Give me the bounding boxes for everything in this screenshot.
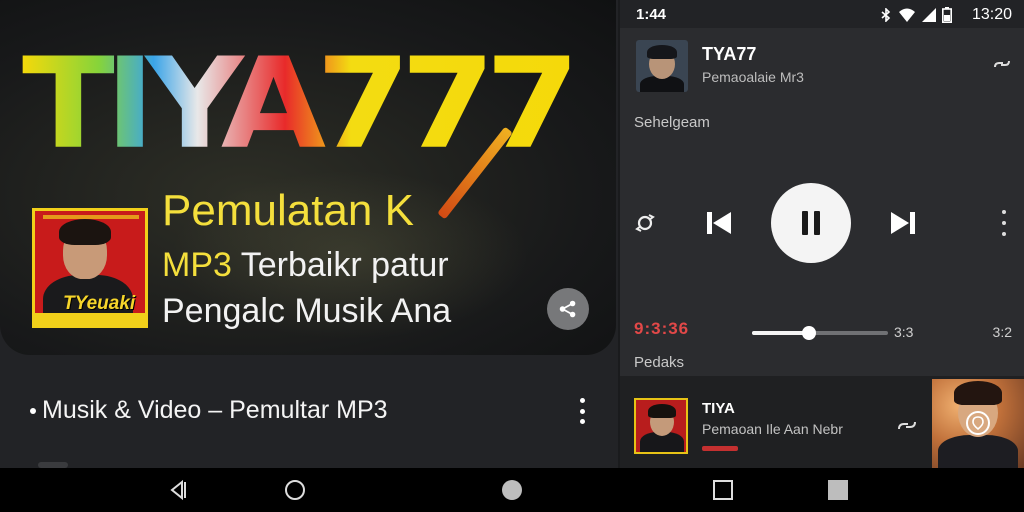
assistant-icon [502,480,522,500]
album-cover-strip [35,313,145,325]
nav-home-button[interactable] [283,478,307,502]
status-bar: 1:44 13:20 [620,0,1024,28]
bluetooth-icon [881,8,891,22]
banner-tagline-2-rest: Terbaikr patur [231,246,449,284]
home-icon [285,480,305,500]
share-icon [559,300,576,318]
album-cover-tag: TYeuaki [63,293,136,314]
square-icon [828,480,848,500]
pause-icon [802,211,820,235]
system-nav-bar [0,468,1024,512]
video-thumbnail[interactable] [932,379,1024,468]
list-item[interactable]: Musik & Video – Pemultar MP3 [30,392,600,432]
queue-item-subtitle: Pemaoan Ile Aan Nebr [702,421,843,437]
location-pin-icon [966,411,990,435]
shuffle-icon [635,214,655,232]
banner-tagline-1: Pemulatan K [162,186,414,235]
queue-thumbnail [634,398,688,454]
skip-next-icon [891,212,915,234]
promo-banner[interactable]: TIYA777 TYeuaki Pemulatan K MP3 Terbaikr… [0,0,616,355]
section-label-2: Pedaks [634,354,685,371]
list-bullet [30,408,36,414]
now-playing-header[interactable]: TYA77 Pemaoalaie Mr3 [636,40,1016,96]
thumb-hair [647,45,677,59]
now-playing-thumbnail [636,40,688,92]
next-button[interactable] [888,208,918,238]
queue-item-badge [702,446,738,451]
status-icons [880,7,952,23]
now-playing-subtitle: Pemaoalaie Mr3 [702,69,804,85]
more-vert-icon[interactable] [574,398,590,424]
total-time: 3:2 [992,324,1012,340]
skip-previous-icon [707,212,731,234]
player-pane: 1:44 13:20 TYA77 Pemaoalaie Mr3 Sehelgea… [620,0,1024,468]
video-hair [954,381,1002,405]
link-icon[interactable] [896,414,918,436]
elapsed-time: 9:3:36 [634,319,690,338]
now-playing-title: TYA77 [702,44,757,64]
nav-back-button[interactable] [166,478,190,502]
recents-icon [713,480,733,500]
nav-assistant-button[interactable] [500,478,524,502]
banner-tagline-3: Pengalc Musik Ana [162,292,452,330]
playback-controls [620,180,1024,266]
nav-recents-button[interactable] [711,478,735,502]
status-time-right: 13:20 [971,6,1012,23]
wifi-icon [899,8,915,22]
play-pause-button[interactable] [771,183,851,263]
queue-item[interactable]: TIYA Pemaoan Ile Aan Nebr [620,376,1024,468]
battery-icon [942,7,952,23]
status-time-left: 1:44 [636,6,667,23]
more-vert-icon[interactable] [996,210,1012,236]
track-duration: 3:3 [894,324,914,340]
album-artist-hair [59,219,111,245]
queue-item-title: TIYA [702,400,735,417]
section-label: Sehelgeam [634,114,710,131]
banner-tagline-2-accent: MP3 [162,246,232,284]
nav-square-button[interactable] [826,478,850,502]
signal-icon [922,8,936,22]
link-icon[interactable] [992,54,1012,74]
queue-thumb-hair [648,404,676,418]
share-button[interactable] [547,288,589,330]
album-cover[interactable]: TYeuaki [32,208,148,328]
banner-tagline-2: MP3 Terbaikr patur [162,246,449,285]
home-pane: TIYA777 TYeuaki Pemulatan K MP3 Terbaikr… [0,0,618,468]
shuffle-button[interactable] [632,210,658,236]
video-body [938,435,1018,468]
seek-bar-knob[interactable] [802,326,817,340]
seek-bar[interactable] [752,326,888,340]
back-icon [170,479,186,501]
seek-bar-fill [752,331,810,335]
previous-button[interactable] [704,208,734,238]
list-item-label: Musik & Video – Pemultar MP3 [42,396,388,424]
